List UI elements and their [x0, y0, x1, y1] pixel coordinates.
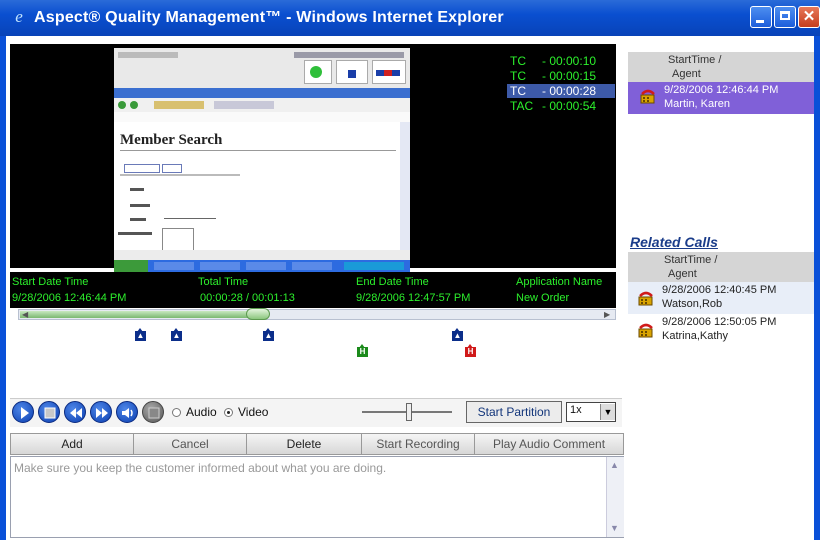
minimize-button[interactable]	[750, 6, 772, 28]
blue-marker-icon[interactable]: ▲	[263, 328, 274, 341]
playback-progress	[20, 311, 258, 318]
stop-icon	[44, 407, 56, 419]
timer-label-selected[interactable]: TC	[510, 84, 526, 98]
square-icon	[148, 407, 160, 419]
video-radio[interactable]	[224, 408, 233, 417]
recorded-ie-toolbar	[114, 98, 410, 113]
recorded-start-button	[114, 260, 148, 272]
delete-button[interactable]: Delete	[246, 433, 362, 455]
end-date-value: 9/28/2006 12:47:57 PM	[356, 292, 471, 304]
play-audio-comment-button[interactable]: Play Audio Comment	[474, 433, 624, 455]
rewind-icon	[70, 408, 82, 418]
scroll-down-icon[interactable]: ▼	[607, 521, 622, 536]
close-icon: ✕	[802, 8, 816, 25]
slider-left-arrow-icon[interactable]: ◀	[22, 309, 32, 320]
close-button[interactable]: ✕	[798, 6, 820, 28]
related-calls-header: StartTime / Agent	[628, 252, 814, 282]
playback-speed-value: 1x	[570, 404, 582, 416]
related-call-row[interactable]: 9/28/2006 12:40:45 PM Watson,Rob	[628, 282, 814, 314]
application-name-value: New Order	[516, 292, 570, 304]
related-calls-title: Related Calls	[630, 234, 718, 250]
header-start-time: StartTime /	[668, 54, 722, 66]
recorded-status-bar	[114, 250, 410, 260]
call-start-time: 9/28/2006 12:46:44 PM	[664, 84, 779, 96]
application-name-label: Application Name	[516, 276, 603, 288]
title-bar: e Aspect® Quality Management™ - Windows …	[0, 0, 820, 36]
rewind-button[interactable]	[64, 401, 86, 423]
timer-label[interactable]: TAC	[510, 99, 533, 113]
current-call-row[interactable]: 9/28/2006 12:46:44 PM Martin, Karen	[628, 82, 814, 114]
recorded-page-scrollbar	[400, 122, 410, 250]
recorded-screen: Member Search	[114, 48, 410, 272]
timer-label[interactable]: TC	[510, 69, 526, 83]
call-start-time: 9/28/2006 12:40:45 PM	[662, 284, 777, 296]
header-start-time: StartTime /	[664, 254, 718, 266]
start-recording-button[interactable]: Start Recording	[361, 433, 475, 455]
recording-info-bar: Start Date Time 9/28/2006 12:46:44 PM To…	[10, 272, 616, 308]
timer-value[interactable]: - 00:00:10	[542, 54, 596, 68]
play-icon	[21, 407, 29, 419]
add-button[interactable]: Add	[10, 433, 134, 455]
recorded-page: Member Search	[114, 122, 400, 254]
timer-label[interactable]: TC	[510, 54, 526, 68]
header-agent: Agent	[672, 68, 701, 80]
start-date-label: Start Date Time	[12, 276, 89, 288]
ie-logo-icon: e	[15, 7, 23, 26]
header-agent: Agent	[668, 268, 697, 280]
video-label: Video	[238, 405, 269, 419]
green-marker-icon[interactable]: H	[357, 344, 368, 357]
maximize-button[interactable]	[774, 6, 796, 28]
disabled-button[interactable]	[142, 401, 164, 423]
start-date-value: 9/28/2006 12:46:44 PM	[12, 292, 127, 304]
timer-value[interactable]: - 00:00:54	[542, 99, 596, 113]
call-agent: Katrina,Kathy	[662, 330, 729, 342]
chevron-down-icon[interactable]: ▼	[600, 404, 615, 420]
red-marker-icon[interactable]: H	[465, 344, 476, 357]
stop-button[interactable]	[38, 401, 60, 423]
blue-marker-icon[interactable]: ▲	[171, 328, 182, 341]
playback-slider-thumb[interactable]	[246, 308, 270, 320]
call-agent: Martin, Karen	[664, 98, 731, 110]
video-radio-dot	[227, 411, 230, 414]
phone-call-icon	[638, 322, 654, 338]
total-time-label: Total Time	[198, 276, 249, 288]
window-title: Aspect® Quality Management™ - Windows In…	[34, 9, 504, 26]
fast-forward-button[interactable]	[90, 401, 112, 423]
timer-value-selected[interactable]: - 00:00:28	[542, 84, 596, 98]
volume-button[interactable]	[116, 401, 138, 423]
total-time-value: 00:00:28 / 00:01:13	[200, 292, 295, 304]
recorded-window-top	[114, 48, 410, 88]
comment-text: Make sure you keep the customer informed…	[14, 461, 387, 475]
end-date-label: End Date Time	[356, 276, 429, 288]
recorded-ie-titlebar	[114, 88, 410, 98]
recorded-taskbar	[114, 260, 410, 272]
start-partition-button[interactable]: Start Partition	[466, 401, 562, 423]
audio-label: Audio	[186, 405, 217, 419]
phone-call-icon	[638, 290, 654, 306]
window-frame-right	[814, 36, 820, 540]
timer-value[interactable]: - 00:00:15	[542, 69, 596, 83]
scroll-up-icon[interactable]: ▲	[607, 458, 622, 473]
related-call-row[interactable]: 9/28/2006 12:50:05 PM Katrina,Kathy	[628, 314, 814, 346]
cancel-button[interactable]: Cancel	[133, 433, 247, 455]
blue-marker-icon[interactable]: ▲	[135, 328, 146, 341]
call-agent: Watson,Rob	[662, 298, 723, 310]
slider-right-arrow-icon[interactable]: ▶	[604, 309, 614, 320]
speed-slider-thumb[interactable]	[406, 403, 412, 421]
call-start-time: 9/28/2006 12:50:05 PM	[662, 316, 777, 328]
audio-radio[interactable]	[172, 408, 181, 417]
recorded-page-heading: Member Search	[120, 132, 223, 148]
fast-forward-icon	[96, 408, 108, 418]
speaker-icon	[122, 408, 133, 418]
phone-call-icon	[640, 88, 656, 104]
blue-marker-icon[interactable]: ▲	[452, 328, 463, 341]
current-call-header: StartTime / Agent	[628, 52, 814, 82]
window-frame-left	[0, 36, 6, 540]
play-button[interactable]	[12, 401, 34, 423]
